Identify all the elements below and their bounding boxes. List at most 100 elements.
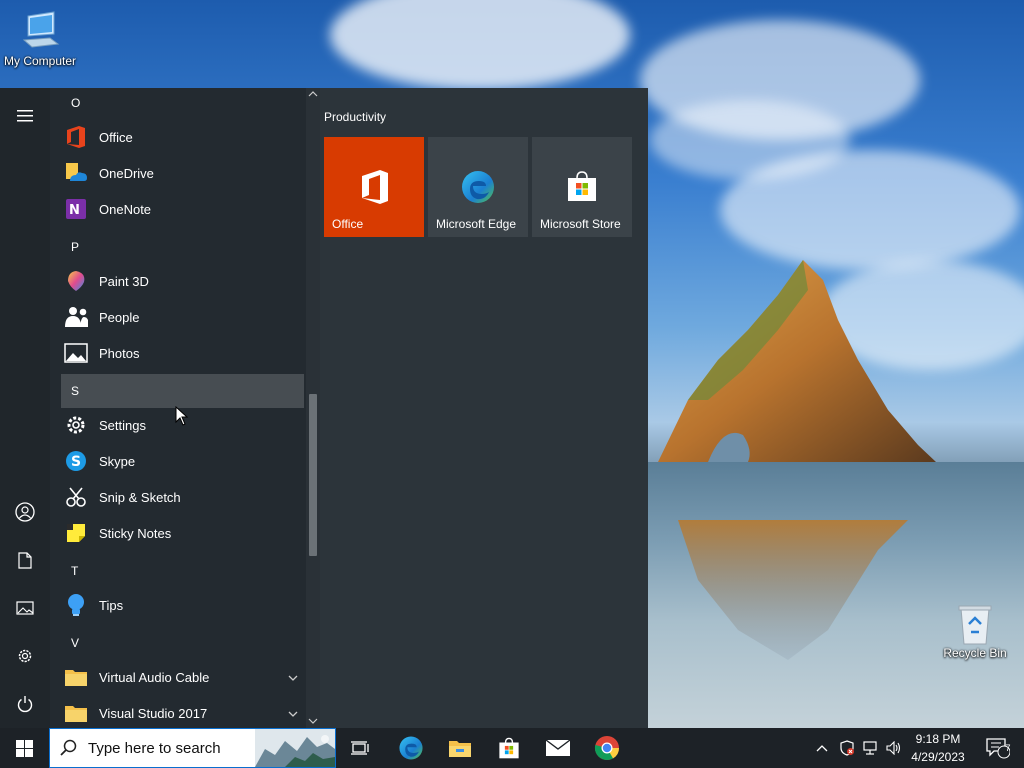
folder-icon: [64, 665, 88, 689]
tile-office[interactable]: Office: [324, 137, 424, 237]
search-icon: [60, 739, 77, 756]
app-onedrive[interactable]: OneDrive: [61, 156, 304, 190]
documents-icon[interactable]: [0, 540, 50, 580]
network-icon[interactable]: [860, 728, 882, 768]
app-photos[interactable]: Photos: [61, 336, 304, 370]
mail-icon[interactable]: [537, 728, 579, 768]
folder-icon: [64, 701, 88, 725]
people-icon: [64, 305, 88, 329]
tile-microsoft-edge[interactable]: Microsoft Edge: [428, 137, 528, 237]
tile-area: Productivity Office Microsoft Edge Micro…: [320, 88, 648, 728]
app-label: Sticky Notes: [99, 525, 172, 541]
edge-icon[interactable]: [390, 728, 432, 768]
letter-label: P: [71, 240, 80, 254]
tile-microsoft-store[interactable]: Microsoft Store: [532, 137, 632, 237]
app-label: Paint 3D: [99, 273, 149, 289]
settings-gear-icon[interactable]: [0, 636, 50, 676]
svg-text:N: N: [69, 203, 80, 218]
app-snip-sketch[interactable]: Snip & Sketch: [61, 480, 304, 514]
svg-text:S: S: [71, 454, 81, 470]
scroll-thumb[interactable]: [309, 394, 317, 556]
store-icon[interactable]: [488, 728, 530, 768]
letter-label: O: [71, 96, 81, 110]
tile-label: Microsoft Edge: [436, 217, 517, 231]
app-label: Settings: [99, 417, 146, 433]
search-placeholder: Type here to search: [88, 739, 221, 757]
scroll-down-arrow-icon[interactable]: [308, 718, 318, 725]
app-skype[interactable]: S Skype: [61, 444, 304, 478]
store-icon: [568, 171, 596, 201]
hamburger-menu-icon[interactable]: [0, 96, 50, 136]
edge-icon: [462, 171, 494, 203]
search-highlight-image: [255, 729, 335, 767]
office-icon: [362, 170, 388, 204]
security-shield-icon[interactable]: [836, 728, 858, 768]
paint-3d-icon: [64, 269, 88, 293]
app-onenote[interactable]: N OneNote: [61, 192, 304, 226]
snip-sketch-icon: [64, 485, 88, 509]
app-list-scrollbar[interactable]: [306, 88, 320, 728]
chrome-icon[interactable]: [586, 728, 628, 768]
app-label: Visual Studio 2017: [99, 705, 208, 721]
tile-label: Office: [332, 217, 364, 231]
skype-icon: S: [64, 449, 88, 473]
clock-time: 9:18 PM: [915, 732, 961, 746]
letter-label: S: [71, 384, 80, 398]
pictures-icon[interactable]: [0, 588, 50, 628]
letter-header-v[interactable]: V: [61, 626, 304, 660]
app-label: OneDrive: [99, 165, 154, 181]
start-rail: [0, 88, 50, 728]
mouse-cursor-icon: [175, 406, 189, 426]
computer-icon: [20, 10, 60, 50]
desktop-icon-label: My Computer: [3, 54, 77, 68]
letter-header-t[interactable]: T: [61, 554, 304, 588]
start-menu: O Office OneDrive N OneNote P Paint 3D P…: [0, 88, 648, 728]
windows-logo-icon: [15, 739, 33, 757]
app-sticky-notes[interactable]: Sticky Notes: [61, 516, 304, 550]
app-paint-3d[interactable]: Paint 3D: [61, 264, 304, 298]
folder-virtual-audio-cable[interactable]: Virtual Audio Cable: [61, 660, 304, 694]
chevron-down-icon[interactable]: [288, 669, 298, 684]
app-label: OneNote: [99, 201, 152, 217]
letter-header-p[interactable]: P: [61, 230, 304, 264]
office-icon: [64, 125, 88, 149]
chevron-down-icon[interactable]: [288, 705, 298, 720]
tile-group-title[interactable]: Productivity: [324, 110, 386, 124]
tile-label: Microsoft Store: [540, 217, 621, 231]
scroll-up-arrow-icon[interactable]: [308, 90, 318, 97]
app-label: Virtual Audio Cable: [99, 669, 210, 685]
action-center-icon[interactable]: 7: [978, 728, 1018, 768]
app-office[interactable]: Office: [61, 120, 304, 154]
app-tips[interactable]: Tips: [61, 588, 304, 622]
app-label: Snip & Sketch: [99, 489, 181, 505]
app-label: Office: [99, 129, 133, 145]
photos-icon: [64, 341, 88, 365]
clock-date: 4/29/2023: [911, 750, 965, 764]
taskbar-clock[interactable]: 9:18 PM 4/29/2023: [900, 730, 976, 766]
desktop-icon-label: Recycle Bin: [943, 646, 1007, 660]
tips-icon: [64, 593, 88, 617]
letter-label: T: [71, 564, 79, 578]
taskbar: Type here to search 9:18 PM 4/29/2023 7: [0, 728, 1024, 768]
taskbar-search-box[interactable]: Type here to search: [49, 728, 336, 768]
chevron-up-icon[interactable]: [812, 728, 832, 768]
settings-icon: [64, 413, 88, 437]
power-icon[interactable]: [0, 684, 50, 724]
app-label: People: [99, 309, 140, 325]
app-label: Photos: [99, 345, 140, 361]
onenote-icon: N: [64, 197, 88, 221]
user-account-icon[interactable]: [0, 492, 50, 532]
desktop-icon-recycle-bin[interactable]: Recycle Bin: [935, 602, 1015, 660]
app-label: Tips: [99, 597, 124, 613]
file-explorer-icon[interactable]: [439, 728, 481, 768]
task-view-icon[interactable]: [340, 728, 380, 768]
notification-count-badge: 7: [1005, 743, 1011, 753]
folder-visual-studio-2017[interactable]: Visual Studio 2017: [61, 696, 304, 728]
sticky-notes-icon: [64, 521, 88, 545]
app-people[interactable]: People: [61, 300, 304, 334]
start-button[interactable]: [0, 728, 48, 768]
letter-header-s[interactable]: S: [61, 374, 304, 408]
letter-header-o[interactable]: O: [61, 88, 304, 120]
desktop-icon-my-computer[interactable]: My Computer: [0, 10, 80, 68]
recycle-bin-icon: [955, 602, 995, 645]
